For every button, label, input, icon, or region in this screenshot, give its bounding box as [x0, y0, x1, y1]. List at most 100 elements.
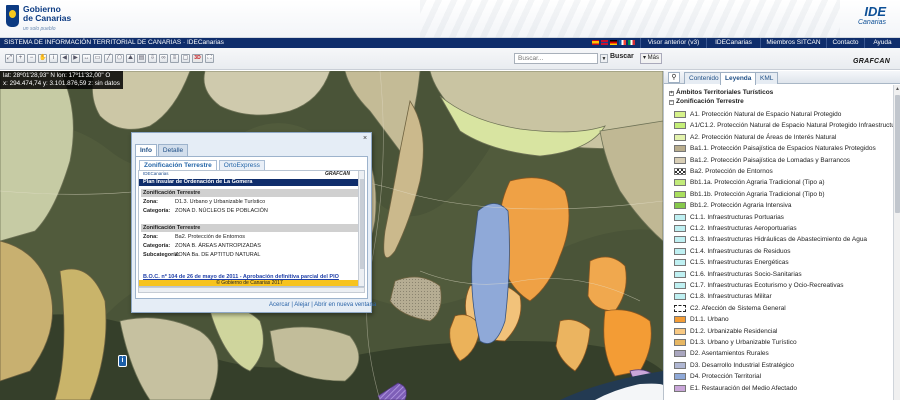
legend-label: Ba2. Protección de Entornos	[690, 168, 773, 175]
info-marker-icon[interactable]: i	[118, 355, 127, 367]
search-dropdown-icon[interactable]: ▼	[600, 54, 608, 63]
measure-area-icon[interactable]: ▭	[93, 54, 102, 63]
view-3d-button[interactable]: 3D	[192, 54, 203, 63]
expand-icon[interactable]: +	[669, 91, 674, 96]
attribute-row: Categoría: ZONA D. NÚCLEOS DE POBLACIÓN	[143, 208, 268, 214]
tree-node-ambitos[interactable]: + Ámbitos Territoriales Turísticos	[669, 89, 773, 96]
previous-view-icon[interactable]: ◀	[60, 54, 69, 63]
legend-swatch	[674, 190, 686, 198]
legend-swatch	[674, 122, 686, 130]
pan-hand-icon[interactable]: ✋	[38, 54, 47, 63]
close-icon[interactable]: ×	[361, 135, 369, 143]
attribute-value: D1.3. Urbano y Urbanizable Turístico	[175, 199, 266, 205]
legend-swatch	[674, 225, 686, 232]
fullscreen-icon[interactable]: ⛶	[205, 54, 214, 63]
layers-icon[interactable]: ≡	[170, 54, 179, 63]
nav-link-contacto[interactable]: Contacto	[826, 38, 864, 48]
tree-node-zonificacion[interactable]: − Zonificación Terrestre	[669, 98, 744, 105]
grafcan-logo[interactable]: GRAFCAN	[853, 58, 890, 65]
attribute-row: Zona: Ba2. Protección de Entornos	[143, 234, 245, 240]
map-toolbar: ⤢ + − ✋ i ◀ ▶ ↔ ▭ ╱ ⬠ ⛰ ▤ ⇩ ∞ ≡ ▢ 3D ⛶ ▼…	[0, 48, 900, 70]
legend-swatch	[674, 179, 686, 187]
legend-label: E1. Restauración del Medio Afectado	[690, 384, 797, 392]
flag-it-icon[interactable]	[628, 40, 635, 45]
legend-label: C1.7. Infraestructuras Ecoturismo y Ocio…	[690, 282, 844, 289]
nav-link-visor-anterior[interactable]: Visor anterior (v3)	[640, 38, 706, 48]
nav-link-ayuda[interactable]: Ayuda	[864, 38, 900, 48]
frame-vertical-scrollbar[interactable]	[358, 171, 364, 286]
legend-swatch	[674, 293, 686, 301]
side-panel: ⚲ Contenido Leyenda KML + Ámbitos Territo…	[663, 71, 900, 400]
next-view-icon[interactable]: ▶	[71, 54, 80, 63]
tab-kml[interactable]: KML	[755, 72, 779, 84]
tab-detalle[interactable]: Detalle	[157, 144, 189, 156]
nav-link-miembros[interactable]: Miembros SITCAN	[760, 38, 826, 48]
scroll-up-icon[interactable]: ▲	[895, 86, 900, 92]
legend-swatch	[674, 247, 686, 255]
legend-swatch	[674, 156, 686, 164]
panel-tabs: ⚲ Contenido Leyenda KML	[664, 71, 900, 85]
legend-swatch	[674, 133, 686, 141]
zoom-out-icon[interactable]: −	[27, 54, 36, 63]
attribute-value: ZONA Ba. DE APTITUD NATURAL	[175, 252, 261, 258]
attribute-row: Categoría: ZONA B. ÁREAS ANTROPIZADAS	[143, 243, 261, 249]
popup-content-frame[interactable]: IDECanarias GRAFCAN Plan Insular de Orde…	[138, 170, 365, 287]
export-icon[interactable]: ⇩	[148, 54, 157, 63]
tab-contenido[interactable]: Contenido	[684, 72, 724, 84]
zoom-extent-icon[interactable]: ⤢	[5, 54, 14, 63]
nav-link-idecanarias[interactable]: IDECanarias	[706, 38, 760, 48]
coordinates-readout: lat: 28º01'28,93" N lon: 17º11'32,00" O …	[0, 71, 123, 89]
print-icon[interactable]: ▤	[137, 54, 146, 63]
frame-horizontal-scrollbar[interactable]	[138, 287, 365, 293]
search-input[interactable]	[514, 53, 598, 64]
legend-label: D1.3. Urbano y Urbanizable Turístico	[690, 339, 797, 346]
legend-label: Bb1.2. Protección Agraria Intensiva	[690, 202, 792, 210]
gov-name: Gobierno de Canarias	[23, 5, 79, 23]
flag-es-icon[interactable]	[592, 40, 599, 45]
legend-label: A1/C1.2. Protección Natural de Espacio N…	[690, 122, 893, 130]
measure-distance-icon[interactable]: ↔	[82, 54, 91, 63]
flag-en-icon[interactable]	[601, 40, 608, 45]
tab-leyenda[interactable]: Leyenda	[720, 72, 757, 85]
attribute-row: Subcategoría:ZONA Ba. DE APTITUD NATURAL	[143, 252, 260, 258]
gobierno-logo[interactable]: Gobierno de Canarias un solo pueblo	[6, 4, 76, 34]
panel-scrollbar[interactable]: ▲	[893, 85, 900, 400]
legend-swatch	[674, 168, 686, 175]
flag-de-icon[interactable]	[610, 40, 617, 45]
link-icon[interactable]: ∞	[159, 54, 168, 63]
viewer-app: Gobierno de Canarias un solo pueblo IDE …	[0, 0, 900, 400]
legend-list: + Ámbitos Territoriales Turísticos − Zonif…	[664, 85, 893, 400]
ide-canarias-logo[interactable]: IDE Canarias	[840, 5, 886, 35]
flag-fr-icon[interactable]	[619, 40, 626, 45]
window-icon[interactable]: ▢	[181, 54, 190, 63]
zoom-in-icon[interactable]: +	[16, 54, 25, 63]
draw-line-icon[interactable]: ╱	[104, 54, 113, 63]
legend-label: A2. Protección Natural de Áreas de Inter…	[690, 133, 837, 141]
frame-scroll-thumb[interactable]	[360, 179, 364, 269]
profile-icon[interactable]: ⛰	[126, 54, 135, 63]
more-button-label: Más	[647, 55, 660, 61]
section-heading: Zonificación Terrestre	[141, 189, 359, 197]
search-icon[interactable]: ⚲	[668, 72, 680, 83]
legend-swatch	[674, 350, 686, 358]
ide-logo-subtext: Canarias	[857, 19, 886, 26]
collapse-icon[interactable]: −	[669, 100, 674, 105]
search-button[interactable]: Buscar	[610, 53, 634, 60]
popup-footer-links[interactable]: Acercar | Alejar | Abrir en nueva ventan…	[269, 302, 376, 308]
gov-slogan: un solo pueblo	[23, 26, 56, 32]
legend-swatch	[674, 304, 686, 312]
attribute-row: Zona: D1.3. Urbano y Urbanizable Turístic…	[143, 199, 265, 205]
legend-swatch	[674, 316, 686, 324]
popup-body: Zonificación Terrestre OrtoExpress IDECa…	[135, 156, 368, 299]
coords-xyz: x: 294.474,74 y: 3.101.876,59 z: sin dat…	[3, 80, 120, 87]
ide-logo-text: IDE	[864, 4, 886, 19]
draw-polygon-icon[interactable]: ⬠	[115, 54, 124, 63]
system-title: SISTEMA DE INFORMACIÓN TERRITORIAL DE CA…	[4, 39, 224, 46]
panel-scroll-thumb[interactable]	[895, 95, 900, 213]
language-flags	[592, 40, 635, 45]
legend-swatch	[674, 202, 686, 210]
tab-info[interactable]: Info	[135, 144, 157, 156]
more-button[interactable]: ▾ Más	[640, 53, 662, 64]
tree-node-label: Ámbitos Territoriales Turísticos	[676, 89, 774, 96]
info-tool-icon[interactable]: i	[49, 54, 58, 63]
